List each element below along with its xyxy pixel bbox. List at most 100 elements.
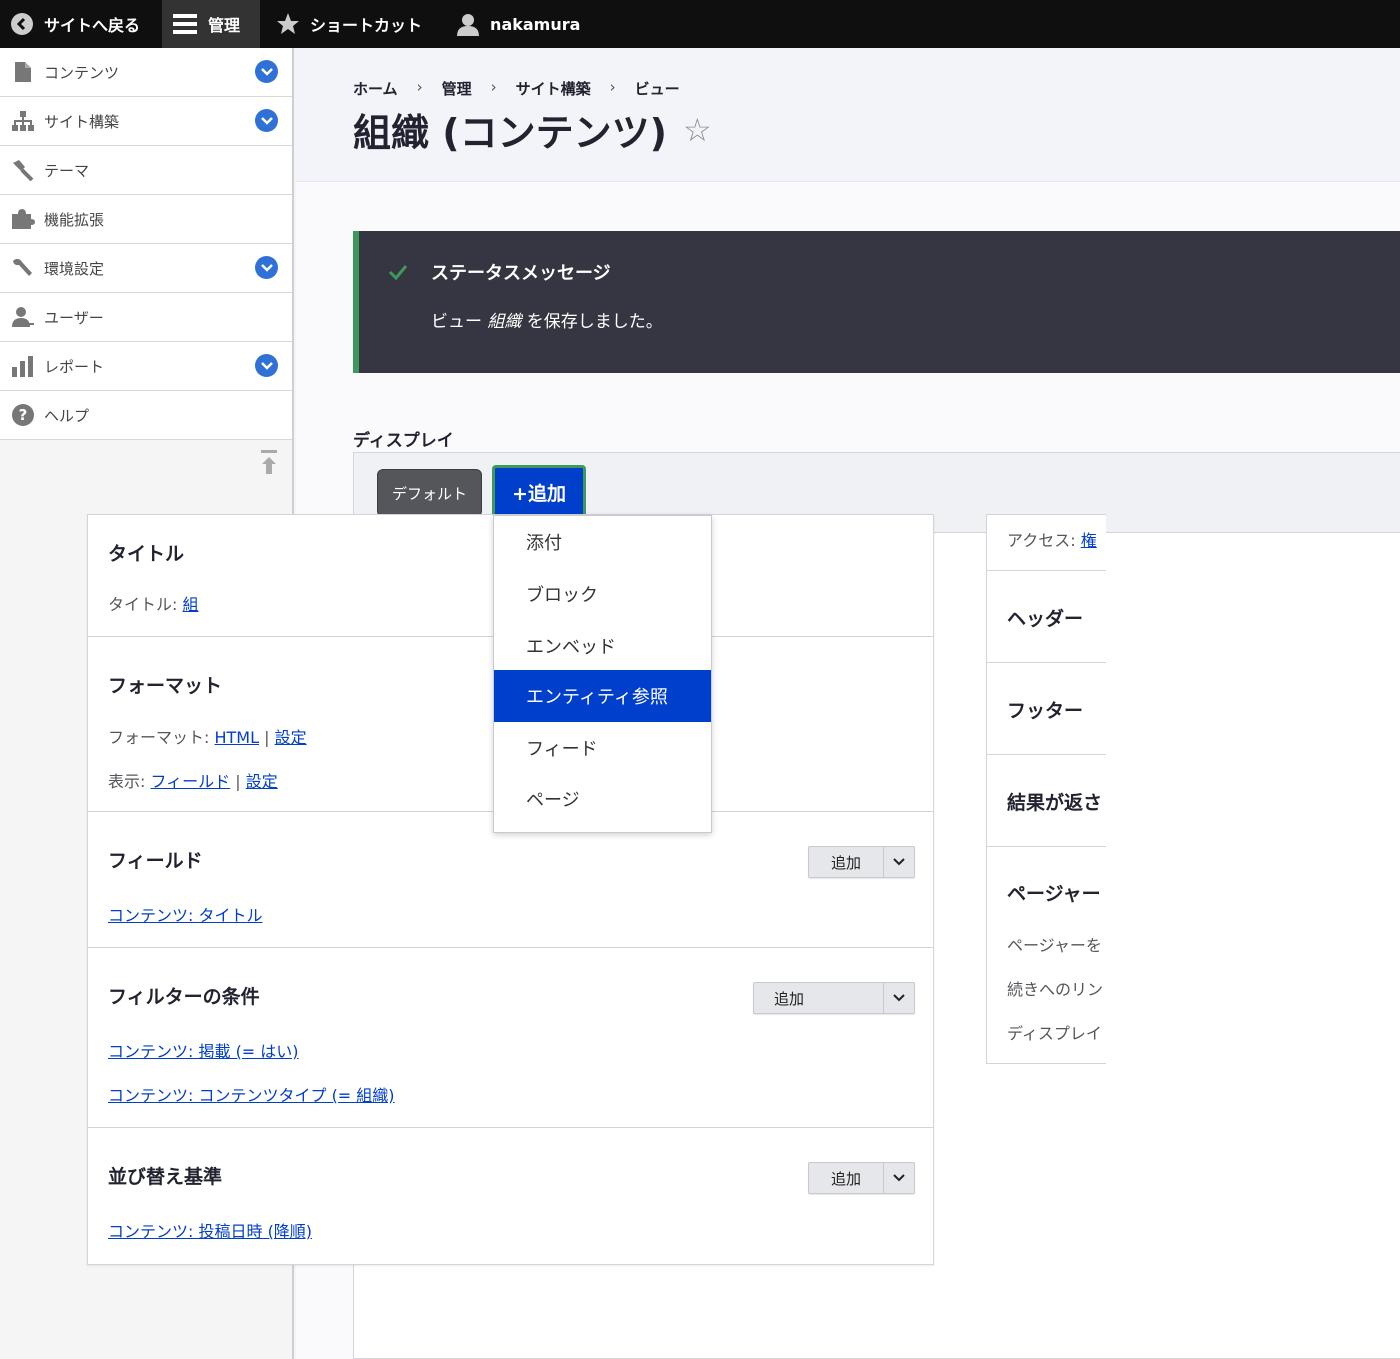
field-item: コンテンツ: タイトル: [108, 902, 262, 926]
sidebar-item-extend[interactable]: 機能拡張: [0, 195, 292, 244]
page-title: 組織 (コンテンツ) ☆: [353, 102, 712, 157]
pager-section: ページャー ページャーを 続きへのリン ディスプレイ: [987, 847, 1106, 1063]
paintbrush-icon: [10, 157, 36, 183]
status-msg-suffix: を保存しました。: [521, 312, 663, 332]
shortcut-tab[interactable]: ショートカット: [260, 0, 444, 48]
svg-text:?: ?: [19, 406, 28, 424]
section-heading: フッター: [1007, 700, 1084, 722]
breadcrumb-views[interactable]: ビュー: [635, 78, 680, 99]
dropdown-item-entity-reference[interactable]: エンティティ参照: [494, 670, 711, 722]
tab-default[interactable]: デフォルト: [377, 469, 482, 517]
add-display-button[interactable]: +追加: [492, 465, 586, 517]
format-value-link[interactable]: HTML: [215, 728, 260, 747]
shortcut-label: ショートカット: [310, 16, 423, 35]
sidebar-item-label: サイト構築: [44, 112, 120, 131]
show-value-link[interactable]: フィールド: [151, 772, 231, 791]
filter-link[interactable]: コンテンツ: 掲載 (= はい): [108, 1042, 299, 1061]
chevron-down-icon[interactable]: [884, 983, 914, 1013]
shortcut-star-icon[interactable]: ☆: [683, 111, 712, 149]
sort-item: コンテンツ: 投稿日時 (降順): [108, 1218, 312, 1242]
sitemap-icon: [10, 108, 36, 134]
dropdown-item-feed[interactable]: フィード: [494, 722, 711, 774]
dropdown-item-block[interactable]: ブロック: [494, 568, 711, 620]
breadcrumb: ホーム › 管理 › サイト構築 › ビュー: [353, 78, 680, 99]
pager-line: ページャーを: [1007, 936, 1102, 955]
breadcrumb-home[interactable]: ホーム: [353, 78, 398, 99]
chevron-down-icon[interactable]: [884, 847, 914, 877]
sidebar-item-help[interactable]: ? ヘルプ: [0, 391, 292, 440]
status-title: ステータスメッセージ: [431, 263, 611, 284]
back-to-site-link[interactable]: サイトへ戻る: [0, 0, 162, 48]
pipe-separator: |: [235, 772, 246, 791]
status-text: ビュー 組織 を保存しました。: [431, 307, 663, 332]
help-icon: ?: [10, 402, 36, 428]
breadcrumb-structure[interactable]: サイト構築: [516, 78, 591, 99]
user-label: nakamura: [490, 14, 581, 34]
field-link[interactable]: コンテンツ: タイトル: [108, 906, 262, 925]
show-label: 表示:: [108, 772, 146, 791]
display-settings-right: アクセス: 権 ヘッダー フッター 結果が返さ ページャー ページャーを 続きへ…: [986, 514, 1106, 1064]
footer-section: フッター: [987, 663, 1106, 755]
filters-add-dropbutton: 追加: [753, 982, 915, 1014]
sidebar-item-label: 環境設定: [44, 259, 105, 278]
star-icon: [276, 12, 300, 36]
bar-chart-icon: [10, 353, 36, 379]
chevron-down-icon[interactable]: [255, 109, 278, 132]
breadcrumb-manage[interactable]: 管理: [442, 78, 472, 99]
sidebar-item-reports[interactable]: レポート: [0, 342, 292, 391]
filter-item: コンテンツ: コンテンツタイプ (= 組織): [108, 1082, 395, 1106]
section-heading: ヘッダー: [1007, 608, 1084, 630]
chevron-down-icon[interactable]: [255, 354, 278, 377]
title-label: タイトル:: [108, 595, 178, 614]
filters-add-button[interactable]: 追加: [754, 983, 884, 1013]
fields-add-button[interactable]: 追加: [809, 847, 884, 877]
sidebar-item-content[interactable]: コンテンツ: [0, 48, 292, 97]
section-heading: 結果が返さ: [1007, 792, 1103, 814]
status-msg-name: 組織: [487, 312, 522, 332]
sort-add-button[interactable]: 追加: [809, 1163, 884, 1193]
user-icon: [10, 304, 36, 330]
section-heading: フィルターの条件: [108, 986, 260, 1008]
dropdown-item-page[interactable]: ページ: [494, 773, 711, 825]
file-icon: [10, 59, 36, 85]
dropdown-item-embed[interactable]: エンベッド: [494, 620, 711, 672]
format-label: フォーマット:: [108, 728, 210, 747]
no-results-section: 結果が返さ: [987, 755, 1106, 847]
puzzle-icon: [10, 206, 36, 232]
pin-icon[interactable]: [258, 448, 280, 478]
sidebar-item-label: コンテンツ: [44, 63, 120, 82]
section-heading: タイトル: [108, 543, 185, 565]
section-heading: 並び替え基準: [108, 1166, 223, 1188]
sidebar-item-people[interactable]: ユーザー: [0, 293, 292, 342]
manage-label: 管理: [208, 16, 241, 35]
sidebar-item-config[interactable]: 環境設定: [0, 244, 292, 293]
check-icon: [387, 261, 409, 287]
access-label: アクセス:: [1007, 531, 1076, 550]
chevron-left-circle-icon: [10, 12, 34, 36]
breadcrumb-separator: ›: [609, 78, 616, 96]
dropdown-item-attachment[interactable]: 添付: [494, 516, 711, 568]
admin-toolbar: サイトへ戻る 管理 ショートカット nakamura: [0, 0, 1400, 48]
sort-link[interactable]: コンテンツ: 投稿日時 (降順): [108, 1222, 312, 1241]
chevron-down-icon[interactable]: [255, 256, 278, 279]
pipe-separator: |: [264, 728, 275, 747]
filter-item: コンテンツ: 掲載 (= はい): [108, 1038, 299, 1062]
filter-link[interactable]: コンテンツ: コンテンツタイプ (= 組織): [108, 1086, 395, 1105]
chevron-down-icon[interactable]: [255, 60, 278, 83]
sidebar-item-structure[interactable]: サイト構築: [0, 97, 292, 146]
title-value-link[interactable]: 組: [183, 595, 199, 614]
access-value-link[interactable]: 権: [1081, 531, 1097, 550]
chevron-down-icon[interactable]: [884, 1163, 914, 1193]
pager-line: ディスプレイ: [1007, 1024, 1102, 1043]
sidebar-item-label: ヘルプ: [44, 406, 90, 425]
sidebar-item-label: ユーザー: [44, 308, 104, 327]
page-header: ホーム › 管理 › サイト構築 › ビュー 組織 (コンテンツ) ☆: [296, 48, 1400, 182]
sidebar-item-appearance[interactable]: テーマ: [0, 146, 292, 195]
pager-line: 続きへのリン: [1007, 980, 1104, 999]
show-settings-link[interactable]: 設定: [246, 772, 278, 791]
sidebar-item-label: 機能拡張: [44, 210, 105, 229]
status-message: ステータスメッセージ ビュー 組織 を保存しました。: [353, 231, 1400, 373]
format-settings-link[interactable]: 設定: [275, 728, 307, 747]
user-tab[interactable]: nakamura: [444, 0, 592, 48]
manage-tab[interactable]: 管理: [162, 0, 261, 48]
